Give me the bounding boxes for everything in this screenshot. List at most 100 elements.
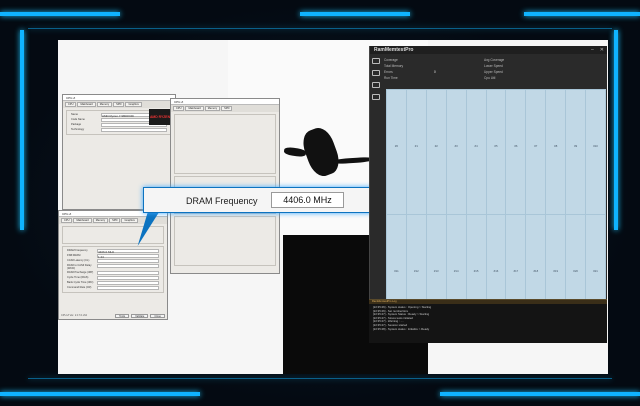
timing-label: Bank Cycle Time (tRC) <box>67 281 94 284</box>
amd-ryzen-logo: AMD RYZEN <box>149 109 171 125</box>
timing-label: Cycle Time (tRAS) <box>67 276 89 279</box>
rammemtest-window[interactable]: RamMemtestPro – ✕ Coverage Total Memory … <box>369 46 607 339</box>
thread-cell-label: #21 <box>593 268 598 273</box>
graphic-interface-group <box>174 216 276 266</box>
stat-row: Total Memory <box>384 64 474 68</box>
stop-icon[interactable] <box>372 82 380 88</box>
tab-spd[interactable]: SPD <box>221 106 233 111</box>
timing-value <box>97 259 159 263</box>
field-label: Code Name <box>71 118 85 121</box>
timing-label: CAS# Latency (CL) <box>67 259 90 262</box>
thread-cell-label: #16 <box>493 268 499 273</box>
stat-value <box>534 76 574 80</box>
stat-value <box>434 58 474 62</box>
tab-memory[interactable]: Memory <box>96 102 113 107</box>
thread-cell-label: #18 <box>533 268 539 273</box>
stat-row: Coverage <box>384 58 474 62</box>
thread-cell: #6 <box>506 90 526 214</box>
tab-spd[interactable]: SPD <box>113 102 125 107</box>
thread-cell-label: #12 <box>414 268 419 273</box>
thread-cell: #7 <box>526 90 546 214</box>
timing-row: DRAM Frequency 4406.0 MHz <box>67 249 159 254</box>
stat-row: Avg Coverage <box>484 58 574 62</box>
thread-cell-label: #3 <box>454 144 458 149</box>
thread-cell: #4 <box>466 90 486 214</box>
field-value <box>101 128 167 132</box>
field-label: Package <box>71 123 82 126</box>
timing-label: Command Rate (CR) <box>67 286 92 289</box>
log-header: RamMemtestPro Log <box>369 300 607 304</box>
thread-cell-label: #19 <box>553 268 559 273</box>
tab-mainboard[interactable]: Mainboard <box>185 106 204 111</box>
thread-cell: #2 <box>426 90 446 214</box>
tab-cpu[interactable]: CPU <box>61 218 73 223</box>
field-label: Technology <box>71 128 85 131</box>
timing-row: Bank Cycle Time (tRC) <box>67 281 159 285</box>
stat-row: Upper Speed <box>484 70 574 74</box>
timing-label: DRAM Frequency <box>67 249 88 252</box>
tab-graphics[interactable]: Graphics <box>125 102 142 107</box>
stat-value <box>434 64 474 68</box>
minimize-icon[interactable]: – <box>591 47 594 53</box>
tab-spd[interactable]: SPD <box>109 218 121 223</box>
version-label: CPU-Z Ver. 2.17.0.x64 <box>61 314 87 317</box>
thread-cell: #0 <box>387 90 406 214</box>
stat-value <box>534 64 574 68</box>
window-footer: CPU-Z Ver. 2.17.0.x64 Tools Validate Clo… <box>61 313 165 318</box>
tab-mainboard[interactable]: Mainboard <box>77 102 96 107</box>
timing-value <box>97 264 159 268</box>
thread-cell: #10 <box>586 90 605 214</box>
field-label: Name <box>71 113 78 116</box>
thread-cell-label: #7 <box>534 144 538 149</box>
hud-accent-left <box>20 30 24 230</box>
thread-cell: #3 <box>446 90 466 214</box>
log-panel: RamMemtestPro Log [22:35:46] - System st… <box>369 299 607 343</box>
callout-value: 4406.0 MHz <box>271 192 344 208</box>
stat-key: Cpu Util <box>484 76 496 80</box>
stat-value <box>534 58 574 62</box>
close-button[interactable]: Close <box>150 313 165 318</box>
thread-cell: #9 <box>566 90 586 214</box>
timing-value <box>97 281 159 285</box>
settings-icon[interactable] <box>372 58 380 64</box>
camera-icon[interactable] <box>372 94 380 100</box>
timing-label: RAS# to CAS# Delay (tRCD) <box>67 264 92 270</box>
window-title: RamMemtestPro <box>370 46 607 54</box>
thread-cell: #8 <box>546 90 566 214</box>
stat-key: Lower Speed <box>484 64 503 68</box>
thread-cell-label: #8 <box>554 144 558 149</box>
validate-button[interactable]: Validate <box>131 313 149 318</box>
thread-cell: #5 <box>486 90 506 214</box>
stat-key: Coverage <box>384 58 398 62</box>
tab-memory[interactable]: Memory <box>92 218 109 223</box>
window-controls: – ✕ <box>591 47 604 53</box>
stats-col-right: Avg Coverage Lower Speed Upper Speed Cpu… <box>484 58 574 82</box>
timing-row: Cycle Time (tRAS) <box>67 276 159 280</box>
hud-accent-bottom-right <box>440 392 640 396</box>
tab-cpu[interactable]: CPU <box>65 102 77 107</box>
stats-columns: Coverage Total Memory Errors 0 Run Time A… <box>384 58 604 82</box>
motherboard-group <box>174 114 276 174</box>
timing-value <box>97 286 159 290</box>
stat-key: Avg Coverage <box>484 58 505 62</box>
close-icon[interactable]: ✕ <box>600 47 604 53</box>
cpuz-mainboard-window[interactable]: CPU-Z CPU Mainboard Memory SPD <box>170 98 280 274</box>
timings-group: DRAM Frequency 4406.0 MHz FSB:DRAM 1:44 CA… <box>62 246 164 293</box>
play-icon[interactable] <box>372 70 380 76</box>
stat-key: Errors <box>384 70 393 74</box>
thread-cell-label: #9 <box>574 144 578 149</box>
stat-row: Lower Speed <box>484 64 574 68</box>
tools-button[interactable]: Tools <box>115 313 130 318</box>
thread-cell-label: #20 <box>573 268 578 273</box>
stats-col-left: Coverage Total Memory Errors 0 Run Time <box>384 58 474 82</box>
thread-cell-label: #15 <box>473 268 479 273</box>
tab-memory[interactable]: Memory <box>204 106 221 111</box>
thread-cell-label: #5 <box>494 144 498 149</box>
tab-bar: CPU Mainboard Memory SPD <box>171 105 279 112</box>
stat-row: Cpu Util <box>484 76 574 80</box>
tab-mainboard[interactable]: Mainboard <box>73 218 92 223</box>
timing-value <box>97 276 159 280</box>
tab-cpu[interactable]: CPU <box>173 106 185 111</box>
tab-graphics[interactable]: Graphics <box>121 218 138 223</box>
stat-row: Errors 0 <box>384 70 474 74</box>
